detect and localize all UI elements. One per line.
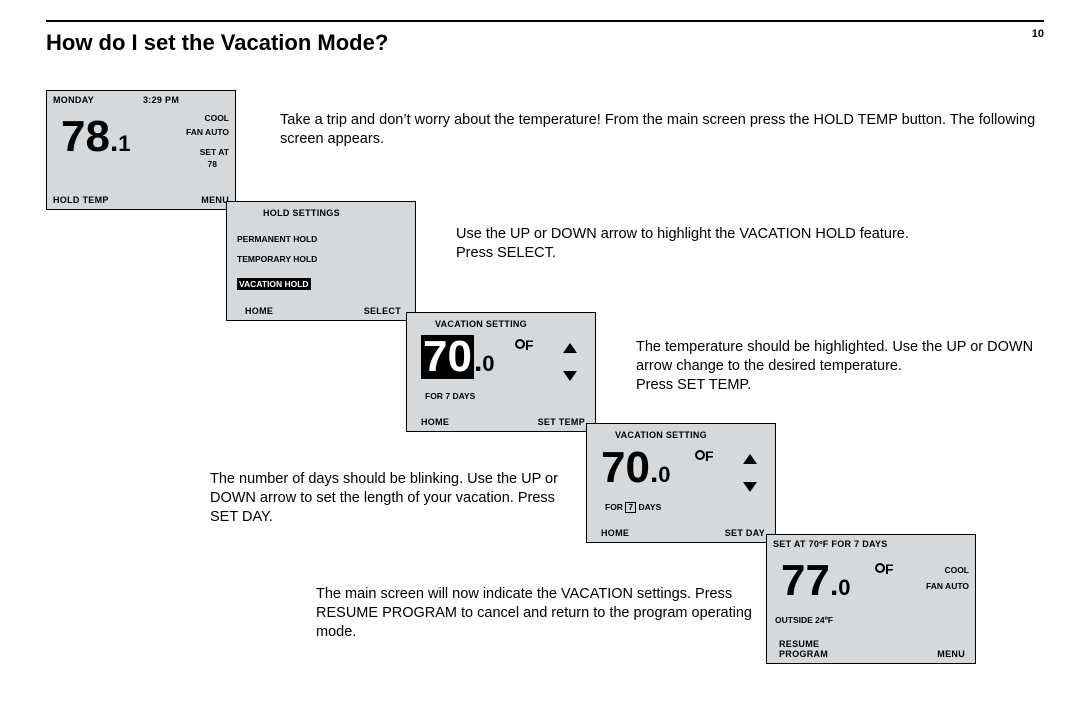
lcd2-select-button[interactable]: SELECT <box>364 306 401 316</box>
para-2a: Use the UP or DOWN arrow to highlight th… <box>456 226 909 242</box>
lcd5-program: PROGRAM <box>779 649 828 659</box>
lcd-vacation-temp: VACATION SETTING 70.0 F FOR 7 DAYS HOME … <box>406 312 596 432</box>
para-3b: Press SET TEMP. <box>636 377 751 393</box>
lcd5-mode: COOL <box>944 565 969 575</box>
lcd1-temp: 78.1 <box>61 115 131 159</box>
para-4: The number of days should be blinking. U… <box>210 470 580 527</box>
lcd4-home-button[interactable]: HOME <box>601 528 629 538</box>
lcd4-duration-days: 7 <box>625 502 636 513</box>
page-title: How do I set the Vacation Mode? <box>46 30 1044 56</box>
lcd5-title: SET AT 70ºF FOR 7 DAYS <box>773 539 888 549</box>
lcd4-down-arrow[interactable] <box>743 482 757 492</box>
lcd4-duration: FOR 7 DAYS <box>605 502 661 513</box>
lcd2-permanent-hold[interactable]: PERMANENT HOLD <box>237 234 317 244</box>
lcd1-setat-label: SET AT <box>200 147 229 157</box>
lcd-hold-settings: HOLD SETTINGS PERMANENT HOLD TEMPORARY H… <box>226 201 416 321</box>
lcd3-duration-pre: FOR <box>425 391 443 401</box>
lcd1-mode: COOL <box>204 113 229 123</box>
lcd3-settemp-button[interactable]: SET TEMP <box>538 417 585 427</box>
lcd1-day: MONDAY <box>53 95 94 105</box>
lcd3-title: VACATION SETTING <box>435 319 527 329</box>
lcd-main-screen: MONDAY 3:29 PM COOL FAN AUTO SET AT 78 7… <box>46 90 236 210</box>
page-number: 10 <box>1032 28 1044 40</box>
lcd1-temp-whole: 78 <box>61 112 110 161</box>
lcd4-setday-button[interactable]: SET DAY <box>725 528 765 538</box>
lcd2-vacation-hold[interactable]: VACATION HOLD <box>237 278 311 290</box>
lcd4-up-arrow[interactable] <box>743 454 757 464</box>
lcd4-temp: 70.0 <box>601 446 671 490</box>
lcd4-duration-pre: FOR <box>605 502 623 512</box>
lcd3-up-arrow[interactable] <box>563 343 577 353</box>
lcd5-resume: RESUME <box>779 639 828 649</box>
lcd3-home-button[interactable]: HOME <box>421 417 449 427</box>
lcd2-temporary-hold[interactable]: TEMPORARY HOLD <box>237 254 317 264</box>
lcd5-degF: F <box>875 561 894 579</box>
lcd4-degF: F <box>695 448 714 466</box>
para-2: Use the UP or DOWN arrow to highlight th… <box>456 225 1016 263</box>
lcd4-duration-post: DAYS <box>638 502 661 512</box>
lcd-vacation-days: VACATION SETTING 70.0 F FOR 7 DAYS HOME … <box>586 423 776 543</box>
para-3: The temperature should be highlighted. U… <box>636 338 1036 395</box>
lcd1-time: 3:29 PM <box>143 95 179 105</box>
lcd-main-vacation: SET AT 70ºF FOR 7 DAYS 77.0 F COOL FAN A… <box>766 534 976 664</box>
para-3a: The temperature should be highlighted. U… <box>636 339 1033 374</box>
lcd5-menu-button[interactable]: MENU <box>937 649 965 659</box>
lcd4-title: VACATION SETTING <box>615 430 707 440</box>
top-rule <box>46 20 1044 22</box>
para-5: The main screen will now indicate the VA… <box>316 585 756 642</box>
lcd5-temp-tenth: 0 <box>838 575 850 600</box>
lcd5-resume-program-button[interactable]: RESUME PROGRAM <box>779 639 828 659</box>
lcd3-temp-whole: 70 <box>421 335 474 379</box>
lcd2-title: HOLD SETTINGS <box>263 208 340 218</box>
lcd5-fan: FAN AUTO <box>926 581 969 591</box>
lcd3-down-arrow[interactable] <box>563 371 577 381</box>
lcd1-holdtemp-button[interactable]: HOLD TEMP <box>53 195 109 205</box>
lcd3-temp: 70.0 <box>421 335 495 379</box>
lcd5-outside: OUTSIDE 24ºF <box>775 615 833 625</box>
lcd2-home-button[interactable]: HOME <box>245 306 273 316</box>
para-2b: Press SELECT. <box>456 245 556 261</box>
lcd1-fan: FAN AUTO <box>186 127 229 137</box>
lcd4-temp-whole: 70 <box>601 443 650 492</box>
lcd1-temp-tenth: 1 <box>118 131 130 156</box>
lcd5-temp: 77.0 <box>781 559 851 603</box>
lcd3-temp-tenth: 0 <box>482 351 494 376</box>
lcd1-setat-value: 78 <box>208 159 217 169</box>
lcd4-temp-tenth: 0 <box>658 462 670 487</box>
lcd5-temp-whole: 77 <box>781 556 830 605</box>
lcd3-duration-post: DAYS <box>452 391 475 401</box>
lcd3-duration-days: 7 <box>445 391 450 401</box>
para-1: Take a trip and don’t worry about the te… <box>280 111 1040 149</box>
lcd3-duration: FOR 7 DAYS <box>425 391 475 401</box>
lcd1-menu-button[interactable]: MENU <box>201 195 229 205</box>
lcd3-degF: F <box>515 337 534 355</box>
